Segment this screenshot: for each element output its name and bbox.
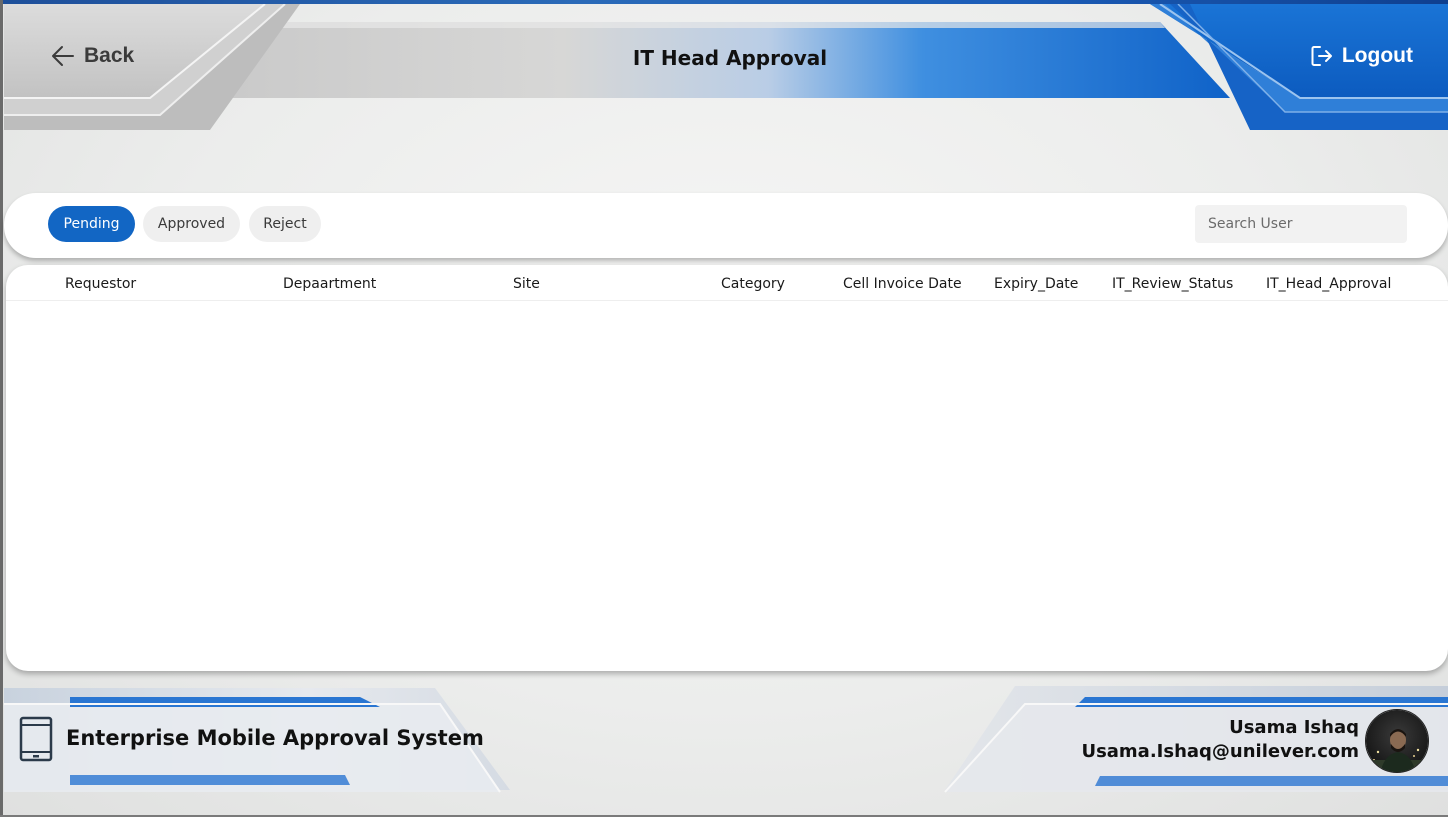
table-header: Requestor Depaartment Site Category Cell… [6, 265, 1448, 301]
column-expiry-date[interactable]: Expiry_Date [994, 276, 1078, 292]
avatar-image [1366, 710, 1428, 772]
column-cell-invoice-date[interactable]: Cell Invoice Date [843, 276, 962, 292]
tab-pending[interactable]: Pending [48, 206, 135, 242]
app-screen: Back IT Head Approval Logout Pending App… [0, 0, 1448, 817]
requests-table: Requestor Depaartment Site Category Cell… [6, 265, 1448, 671]
column-department[interactable]: Depaartment [283, 276, 376, 292]
app-name: Enterprise Mobile Approval System [66, 726, 484, 750]
column-site[interactable]: Site [513, 276, 540, 292]
filter-bar: Pending Approved Reject [4, 193, 1448, 258]
logout-button[interactable]: Logout [1310, 40, 1413, 72]
column-it-review-status[interactable]: IT_Review_Status [1112, 276, 1233, 292]
logout-label: Logout [1341, 44, 1413, 67]
back-button[interactable]: Back [50, 40, 134, 72]
back-label: Back [84, 44, 135, 67]
logout-icon [1311, 46, 1332, 66]
tab-reject[interactable]: Reject [249, 206, 321, 242]
tab-approved[interactable]: Approved [143, 206, 240, 242]
page-title: IT Head Approval [632, 46, 828, 70]
top-edge [0, 0, 1448, 4]
arrow-left-icon [52, 46, 74, 66]
column-requestor[interactable]: Requestor [65, 276, 136, 292]
user-email: Usama.Ishaq@unilever.com [1081, 741, 1359, 762]
mobile-device-icon [19, 716, 53, 762]
column-category[interactable]: Category [721, 276, 785, 292]
search-user-input[interactable] [1195, 205, 1407, 243]
user-avatar[interactable] [1365, 709, 1429, 773]
left-edge [0, 0, 3, 817]
user-name: Usama Ishaq [1229, 717, 1359, 738]
column-it-head-approval[interactable]: IT_Head_Approval [1266, 276, 1391, 292]
